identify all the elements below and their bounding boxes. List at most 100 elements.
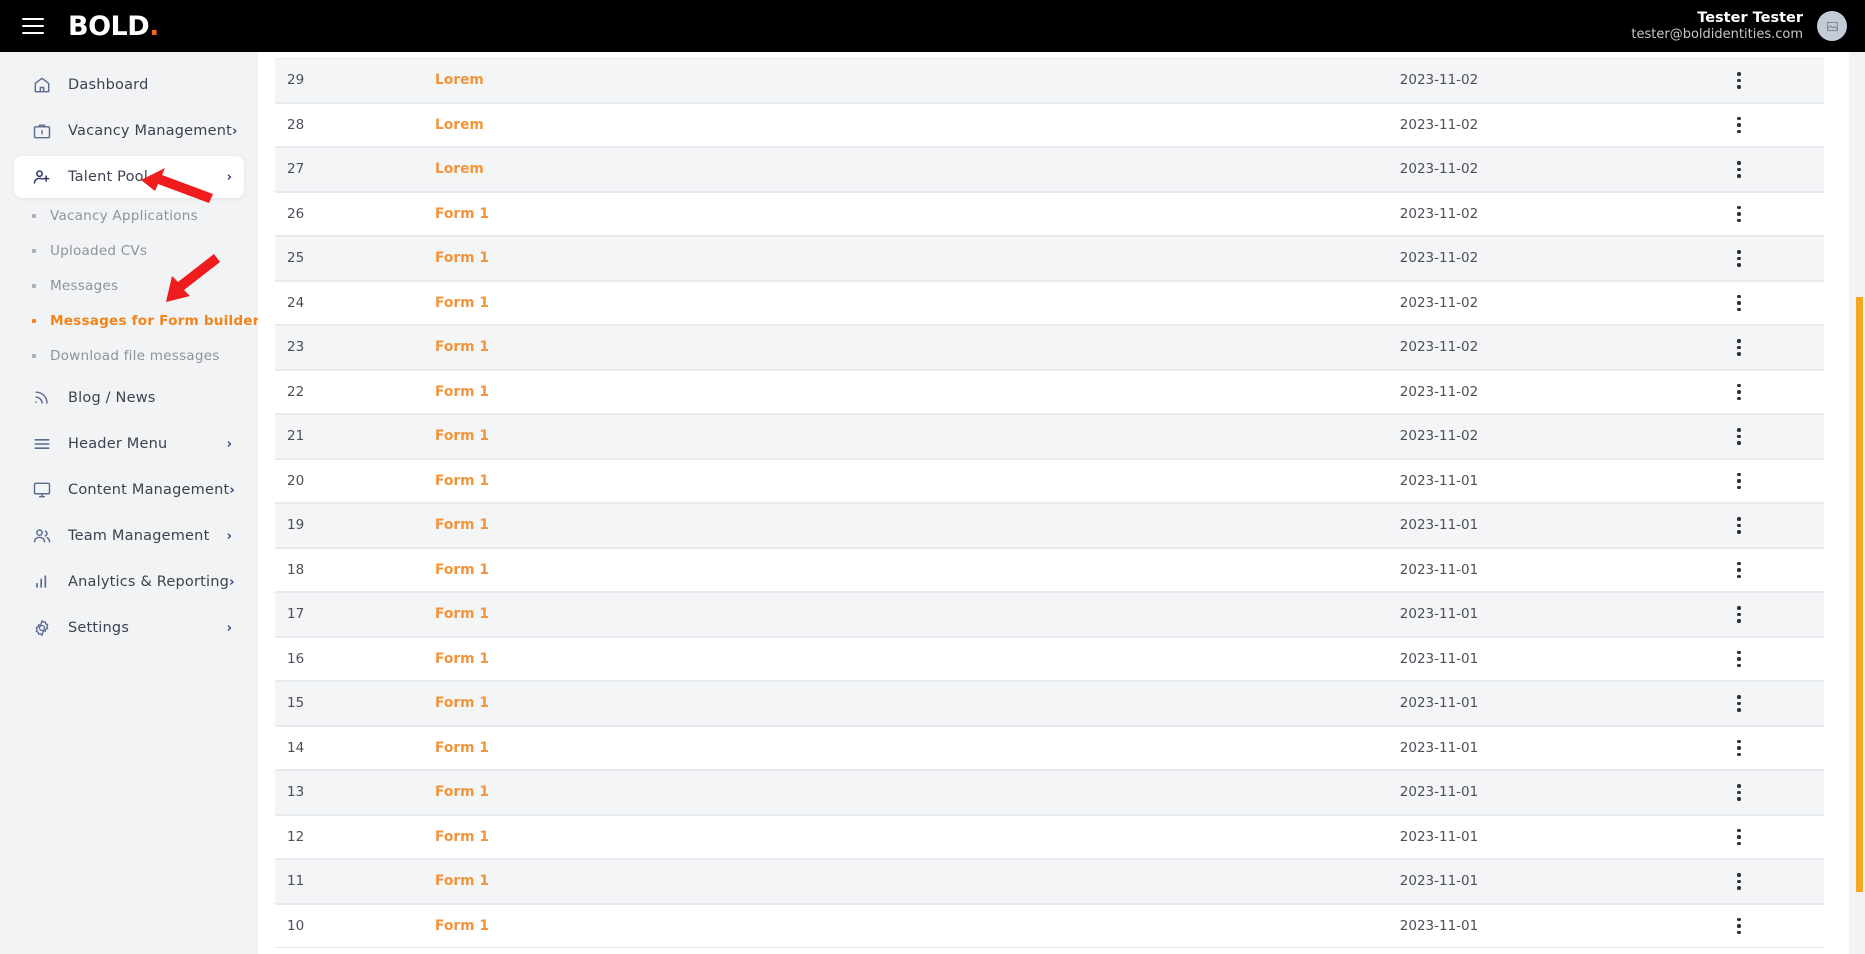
row-actions-button[interactable] bbox=[1654, 155, 1824, 184]
row-name-link[interactable]: Form 1 bbox=[375, 428, 1224, 444]
sidebar-item-label: Content Management bbox=[68, 482, 230, 498]
row-name-link[interactable]: Lorem bbox=[375, 161, 1224, 177]
row-actions-button[interactable] bbox=[1654, 333, 1824, 362]
row-actions-button[interactable] bbox=[1654, 289, 1824, 318]
table-row[interactable]: 22 Form 1 2023-11-02 bbox=[275, 369, 1824, 414]
table-row[interactable]: 17 Form 1 2023-11-01 bbox=[275, 592, 1824, 637]
table-row[interactable]: 29 Lorem 2023-11-02 bbox=[275, 58, 1824, 103]
row-actions-button[interactable] bbox=[1654, 511, 1824, 540]
row-name-link[interactable]: Form 1 bbox=[375, 384, 1224, 400]
row-actions-button[interactable] bbox=[1654, 734, 1824, 763]
table-row[interactable]: 14 Form 1 2023-11-01 bbox=[275, 725, 1824, 770]
row-name-link[interactable]: Form 1 bbox=[375, 740, 1224, 756]
sidebar-subitem-vacancy-applications[interactable]: Vacancy Applications bbox=[0, 198, 258, 233]
page-scrollbar-track[interactable] bbox=[1849, 52, 1865, 954]
sidebar-item-team-management[interactable]: Team Management › bbox=[14, 515, 244, 557]
page-scrollbar-thumb[interactable] bbox=[1856, 297, 1863, 892]
row-actions-button[interactable] bbox=[1654, 378, 1824, 407]
sidebar-item-label: Header Menu bbox=[68, 436, 168, 452]
app-logo[interactable]: BOLD. bbox=[68, 13, 159, 40]
row-actions-button[interactable] bbox=[1654, 556, 1824, 585]
row-name-link[interactable]: Lorem bbox=[375, 72, 1224, 88]
row-name-link[interactable]: Form 1 bbox=[375, 918, 1224, 934]
row-actions-button[interactable] bbox=[1654, 422, 1824, 451]
hamburger-menu-icon[interactable] bbox=[22, 18, 44, 34]
kebab-menu-icon bbox=[1727, 378, 1751, 407]
row-actions-button[interactable] bbox=[1654, 645, 1824, 674]
row-name-link[interactable]: Form 1 bbox=[375, 873, 1224, 889]
sidebar-subitem-messages-for-form-builder[interactable]: Messages for Form builder bbox=[0, 303, 258, 338]
kebab-menu-icon bbox=[1727, 155, 1751, 184]
row-name-link[interactable]: Form 1 bbox=[375, 695, 1224, 711]
table-row[interactable]: 12 Form 1 2023-11-01 bbox=[275, 814, 1824, 859]
kebab-menu-icon bbox=[1727, 511, 1751, 540]
row-actions-button[interactable] bbox=[1654, 689, 1824, 718]
table-row[interactable]: 16 Form 1 2023-11-01 bbox=[275, 636, 1824, 681]
row-name-link[interactable]: Form 1 bbox=[375, 784, 1224, 800]
sidebar-item-content-management[interactable]: Content Management › bbox=[14, 469, 244, 511]
table-row[interactable]: 11 Form 1 2023-11-01 bbox=[275, 859, 1824, 904]
sidebar-item-dashboard[interactable]: Dashboard bbox=[14, 64, 244, 106]
table-row[interactable]: 15 Form 1 2023-11-01 bbox=[275, 681, 1824, 726]
table-row[interactable]: 25 Form 1 2023-11-02 bbox=[275, 236, 1824, 281]
sidebar-item-label: Team Management bbox=[68, 528, 210, 544]
row-date: 2023-11-02 bbox=[1399, 383, 1479, 400]
row-id: 14 bbox=[287, 739, 305, 756]
app-logo-dot: . bbox=[149, 10, 159, 42]
row-actions-button[interactable] bbox=[1654, 244, 1824, 273]
table-row[interactable]: 23 Form 1 2023-11-02 bbox=[275, 325, 1824, 370]
row-actions-button[interactable] bbox=[1654, 823, 1824, 852]
sidebar-item-settings[interactable]: Settings › bbox=[14, 607, 244, 649]
table-row[interactable]: 18 Form 1 2023-11-01 bbox=[275, 547, 1824, 592]
row-id: 13 bbox=[287, 784, 305, 801]
row-name-link[interactable]: Form 1 bbox=[375, 562, 1224, 578]
row-name-link[interactable]: Lorem bbox=[375, 117, 1224, 133]
row-actions-button[interactable] bbox=[1654, 912, 1824, 941]
row-name-link[interactable]: Form 1 bbox=[375, 339, 1224, 355]
row-date: 2023-11-02 bbox=[1399, 116, 1479, 133]
table-row[interactable]: 19 Form 1 2023-11-01 bbox=[275, 503, 1824, 548]
sidebar-item-talent-pool[interactable]: Talent Pool › bbox=[14, 156, 244, 198]
row-name-link[interactable]: Form 1 bbox=[375, 517, 1224, 533]
sidebar-item-analytics-reporting[interactable]: Analytics & Reporting › bbox=[14, 561, 244, 603]
table-row[interactable]: 26 Form 1 2023-11-02 bbox=[275, 191, 1824, 236]
row-actions-button[interactable] bbox=[1654, 467, 1824, 496]
row-name-link[interactable]: Form 1 bbox=[375, 295, 1224, 311]
row-name-link[interactable]: Form 1 bbox=[375, 250, 1224, 266]
bullet-icon bbox=[32, 248, 36, 253]
avatar[interactable] bbox=[1817, 11, 1847, 41]
row-name-link[interactable]: Form 1 bbox=[375, 606, 1224, 622]
row-name-link[interactable]: Form 1 bbox=[375, 473, 1224, 489]
sidebar-subitem-download-file-messages[interactable]: Download file messages bbox=[0, 338, 258, 373]
table-row[interactable]: 13 Form 1 2023-11-01 bbox=[275, 770, 1824, 815]
sidebar-item-blog-news[interactable]: Blog / News bbox=[14, 377, 244, 419]
chevron-right-icon: › bbox=[229, 574, 235, 590]
row-date: 2023-11-01 bbox=[1399, 739, 1479, 756]
briefcase-icon bbox=[31, 120, 53, 142]
row-actions-button[interactable] bbox=[1654, 778, 1824, 807]
sidebar-item-vacancy-management[interactable]: Vacancy Management › bbox=[14, 110, 244, 152]
row-actions-button[interactable] bbox=[1654, 111, 1824, 140]
sidebar-item-header-menu[interactable]: Header Menu › bbox=[14, 423, 244, 465]
table-row[interactable]: 24 Form 1 2023-11-02 bbox=[275, 280, 1824, 325]
table-row[interactable]: 28 Lorem 2023-11-02 bbox=[275, 102, 1824, 147]
row-name-link[interactable]: Form 1 bbox=[375, 206, 1224, 222]
row-id: 17 bbox=[287, 606, 305, 623]
sidebar-subitem-messages[interactable]: Messages bbox=[0, 268, 258, 303]
table-row[interactable]: 27 Lorem 2023-11-02 bbox=[275, 147, 1824, 192]
row-actions-button[interactable] bbox=[1654, 200, 1824, 229]
table-row[interactable]: 21 Form 1 2023-11-02 bbox=[275, 414, 1824, 459]
sidebar-subitem-label: Messages for Form builder bbox=[50, 312, 258, 329]
row-name-link[interactable]: Form 1 bbox=[375, 651, 1224, 667]
sidebar-subitem-uploaded-cvs[interactable]: Uploaded CVs bbox=[0, 233, 258, 268]
rss-icon bbox=[31, 387, 53, 409]
row-actions-button[interactable] bbox=[1654, 867, 1824, 896]
row-actions-button[interactable] bbox=[1654, 600, 1824, 629]
row-actions-button[interactable] bbox=[1654, 66, 1824, 95]
row-name-link[interactable]: Form 1 bbox=[375, 829, 1224, 845]
row-id: 15 bbox=[287, 695, 305, 712]
sidebar-item-label: Settings bbox=[68, 620, 130, 636]
user-area[interactable]: Tester Tester tester@boldidentities.com bbox=[1631, 9, 1847, 43]
table-row[interactable]: 20 Form 1 2023-11-01 bbox=[275, 458, 1824, 503]
table-row[interactable]: 10 Form 1 2023-11-01 bbox=[275, 903, 1824, 948]
